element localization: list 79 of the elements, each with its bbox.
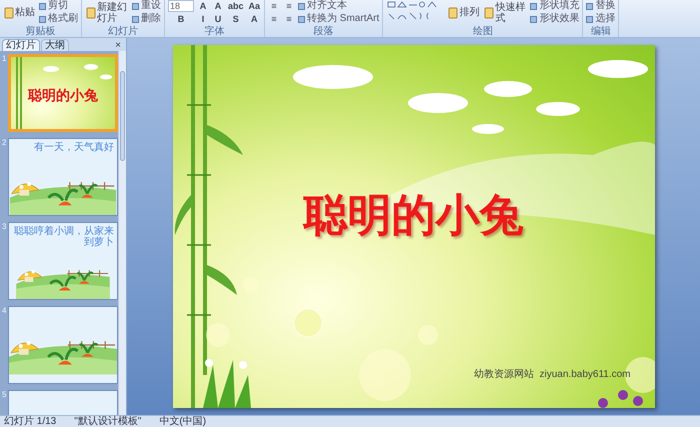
square-icon: [132, 2, 139, 10]
panel-tab[interactable]: 大纲: [41, 39, 69, 51]
scrollbar[interactable]: [118, 51, 126, 415]
thumbnail-caption: 有一天，天气真好: [33, 140, 115, 153]
format-button[interactable]: B: [168, 13, 194, 25]
cloud-drawing: [472, 124, 504, 134]
slide-footer: 幼教资源网站 ziyuan.baby611.com: [474, 369, 630, 381]
ribbon-button[interactable]: 粘贴: [3, 0, 36, 25]
square-icon: [586, 16, 594, 22]
format-button[interactable]: ≡: [283, 0, 296, 12]
thumbnail-caption: 聪聪哼着小调，从家来到萝卜: [13, 224, 115, 248]
group-label: 段落: [312, 26, 335, 37]
ribbon-button[interactable]: 快速样式: [483, 0, 528, 25]
group-label: 绘图: [472, 26, 494, 37]
ribbon-button[interactable]: 删除: [132, 13, 161, 25]
format-button[interactable]: A: [248, 13, 262, 25]
square-icon: [132, 16, 139, 22]
ribbon-button[interactable]: 重设: [132, 0, 161, 12]
ribbon-button[interactable]: 格式刷: [39, 13, 78, 25]
cloud-drawing: [84, 64, 98, 70]
slide-number: 2: [1, 138, 8, 148]
slide-thumbnail[interactable]: [8, 306, 118, 384]
slide-number: 4: [1, 306, 8, 316]
document-icon: [4, 6, 14, 18]
ribbon-button[interactable]: 新建幻灯片: [85, 0, 129, 25]
group-label: 字体: [204, 26, 226, 37]
format-button[interactable]: A: [197, 0, 209, 12]
group-label: 剪贴板: [24, 26, 56, 37]
square-icon: [530, 16, 538, 22]
cloud-drawing: [588, 60, 648, 78]
status-text: "默认设计模板": [74, 416, 142, 427]
square-icon: [39, 16, 46, 22]
status-text: 中文(中国): [159, 416, 206, 427]
slide-thumbnail[interactable]: 聪明的小兔: [8, 54, 118, 132]
thumbnail-title: 聪明的小兔: [26, 87, 99, 103]
ribbon-button[interactable]: 排列: [447, 0, 480, 25]
ribbon-button[interactable]: 替换: [586, 0, 616, 12]
light-bubble-drawing: [358, 349, 410, 401]
cloud-drawing: [100, 74, 112, 80]
slide-number: 5: [1, 390, 8, 400]
format-button[interactable]: S: [227, 13, 245, 25]
close-button[interactable]: ×: [115, 40, 121, 51]
berries-drawing: [598, 390, 642, 408]
format-button[interactable]: U: [212, 13, 224, 25]
grass-drawing: [202, 359, 250, 408]
document-icon: [448, 6, 458, 18]
slide-title: 聪明的小兔: [302, 191, 524, 241]
square-icon: [530, 2, 538, 10]
cloud-drawing: [536, 102, 580, 116]
square-icon: [298, 2, 306, 10]
panel-tab[interactable]: 幻灯片: [2, 39, 40, 51]
slide-number: 3: [1, 222, 8, 232]
format-button[interactable]: A: [212, 0, 224, 12]
format-button[interactable]: I: [197, 13, 209, 25]
light-bubble-drawing: [293, 308, 322, 338]
ribbon-button[interactable]: 选择: [586, 13, 616, 25]
bamboo-drawing: [16, 57, 22, 129]
format-button[interactable]: Aa: [248, 0, 262, 12]
ribbon-button[interactable]: 形状效果: [530, 13, 580, 25]
light-bubble-drawing: [418, 325, 438, 345]
square-icon: [39, 2, 46, 10]
cloud-drawing: [408, 93, 468, 113]
group-label: 幻灯片: [107, 26, 139, 37]
ribbon-button[interactable]: 转换为 SmartArt: [298, 13, 380, 25]
square-icon: [298, 16, 306, 22]
cloud-drawing: [43, 66, 59, 72]
format-button[interactable]: ≡: [283, 13, 296, 25]
font-size-field[interactable]: 18: [168, 0, 194, 12]
document-icon: [484, 6, 494, 18]
format-button[interactable]: abc: [227, 0, 245, 12]
light-bubble-drawing: [206, 323, 230, 347]
cloud-drawing: [484, 81, 532, 97]
group-label: 编辑: [590, 26, 612, 37]
square-icon: [586, 2, 594, 10]
format-button[interactable]: ≡: [268, 0, 280, 12]
format-button[interactable]: ≡: [268, 13, 280, 25]
slide-number: 1: [1, 54, 8, 64]
document-icon: [86, 6, 96, 18]
status-text: 幻灯片 1/13: [4, 416, 56, 427]
